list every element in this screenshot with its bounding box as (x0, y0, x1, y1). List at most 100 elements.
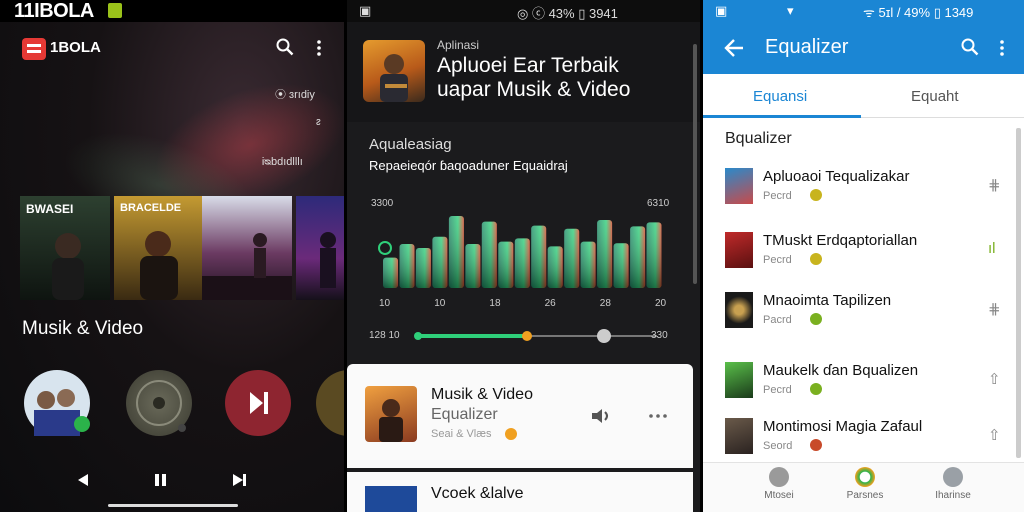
status-bar: ▣ ▾ ᯤ 5ɪl / 49% ▯ 1349 (703, 0, 1024, 22)
equalizer-slider[interactable]: 128 10 330 (369, 326, 679, 346)
thumbnail-4[interactable] (296, 196, 344, 300)
status-badge (108, 3, 122, 18)
list-item[interactable]: TMuskt Erdqaptoriallan Pecrd ıl (703, 228, 1016, 286)
eq-band-shade (630, 226, 646, 288)
track-card[interactable]: Vcoek &lalve (347, 472, 693, 512)
scrollbar[interactable] (1016, 128, 1021, 458)
slider-fill (417, 334, 528, 338)
item-action-icon[interactable]: ⋕ (988, 176, 1001, 194)
play-skip-icon (250, 392, 268, 414)
back-arrow-icon[interactable] (723, 38, 745, 58)
playback-controls (0, 468, 344, 492)
more-vert-icon[interactable] (316, 39, 322, 57)
extra-button[interactable] (316, 370, 344, 436)
badge-dot (505, 428, 517, 440)
item-meta: Pecrd (763, 254, 792, 266)
slider-handle[interactable] (597, 329, 611, 343)
track-card[interactable]: Musik & Video Equalizer Seai & Vlæs (347, 364, 693, 468)
side-label-3: Ꭵᴓbdıdlllı (262, 156, 303, 168)
side-label-1[interactable]: ⦿ ɜrıdiy (275, 86, 315, 102)
nav-label: Parsnes (846, 490, 884, 501)
item-action-icon[interactable]: ıl (988, 240, 996, 257)
tab-equaht[interactable]: Equaht (911, 88, 959, 105)
item-action-icon[interactable]: ⇧ (988, 370, 1001, 388)
item-action-icon[interactable]: ⋕ (988, 300, 1001, 318)
equalizer-icon (855, 467, 875, 487)
item-title: TMuskt Erdqaptoriallan (763, 232, 918, 249)
list-item[interactable]: Mnaoimta Tapilizen Pacrd ⋕ (703, 288, 1016, 346)
artist-avatar[interactable] (24, 370, 90, 436)
item-action-icon[interactable]: ⇧ (988, 426, 1001, 444)
more-horiz-icon[interactable] (649, 414, 667, 418)
eq-band-shade (564, 228, 580, 288)
equalizer-chart: 3300 6310 10 10 18 26 28 20 (347, 190, 700, 330)
avatar-image (34, 389, 90, 436)
tick-label: 10 (379, 298, 391, 309)
list-item[interactable]: Apluoaoi Tequalizakar Pecrd ⋕ (703, 164, 1016, 222)
tab-equansi[interactable]: Equansi (753, 88, 807, 105)
status-indicators: ◎ ⓒ 43% ▯ 3941 (517, 6, 618, 21)
thumbnail-2[interactable]: BRACELDE (114, 196, 204, 300)
app-logo-text: 1BOLA (50, 39, 101, 56)
eq-band-shade (580, 241, 596, 288)
right-panel: ▣ ▾ ᯤ 5ɪl / 49% ▯ 1349 Equalizer Equansi… (703, 0, 1024, 512)
item-meta: Pacrd (763, 314, 792, 326)
nav-label: Iharinse (935, 490, 971, 501)
item-meta: Pecrd (763, 190, 792, 202)
eq-band-shade (432, 236, 448, 288)
eq-band-shade (448, 216, 464, 288)
item-title: Mnaoimta Tapilizen (763, 292, 892, 309)
eq-band-shade (547, 246, 563, 288)
app-bar: 1BOLA (0, 30, 344, 66)
eq-band-shade (646, 222, 662, 288)
list-item[interactable]: Maukelk ɗan Bqualizen Pecrd ⇧ (703, 358, 1016, 416)
item-thumbnail (725, 362, 753, 398)
screenshot-icon: ▣ (715, 3, 728, 18)
item-thumbnail (725, 168, 753, 204)
section-title: Musik & Video (22, 318, 144, 339)
notification-icon: ▾ (787, 3, 794, 18)
track-meta: Seai & Vlæs (431, 428, 492, 440)
more-vert-icon[interactable] (999, 39, 1005, 57)
track-thumbnail (365, 386, 417, 442)
nav-item-equalizer[interactable]: Parsnes (825, 467, 905, 501)
nav-item-people[interactable]: Iharinse (913, 467, 993, 501)
status-bar: ▣ ◎ ⓒ 43% ▯ 3941 (347, 0, 700, 22)
search-icon[interactable] (961, 38, 979, 56)
item-title: Montimosi Magia Zafaul (763, 418, 923, 435)
eq-band-shade (465, 244, 481, 288)
item-title: Maukelk ɗan Bqualizen (763, 362, 919, 379)
volume-icon[interactable] (591, 408, 611, 424)
eq-band-shade (383, 257, 398, 288)
concert-image (202, 233, 292, 300)
eq-band-shade (498, 241, 514, 288)
video-thumbnails: BWASEI BRACELDE (20, 196, 344, 300)
next-icon[interactable] (232, 473, 248, 487)
eq-band-shade (481, 221, 497, 288)
thumbnail-1[interactable]: BWASEI (20, 196, 110, 300)
previous-icon[interactable] (76, 473, 90, 487)
item-title: Apluoaoi Tequalizakar (763, 168, 910, 185)
search-icon[interactable] (276, 38, 294, 56)
nav-item-music[interactable]: Mtosei (739, 467, 819, 501)
item-badge (810, 439, 822, 451)
skip-button[interactable] (225, 370, 291, 436)
app-logo-icon (22, 38, 46, 60)
thumbnail-caption: BWASEI (26, 202, 74, 216)
home-indicator[interactable] (108, 504, 238, 507)
tick-label: 28 (599, 298, 611, 309)
vinyl-button[interactable] (126, 370, 192, 436)
mic-icon (378, 241, 392, 255)
item-thumbnail (725, 418, 753, 454)
app-bar: Equalizer (703, 22, 1024, 74)
concert-image (320, 232, 336, 288)
disc-icon (136, 380, 186, 432)
album-art[interactable] (363, 40, 425, 102)
item-badge (810, 313, 822, 325)
slider-knob[interactable] (522, 331, 533, 341)
tick-label: 10 (434, 298, 446, 309)
slider-left-label: 128 10 (369, 330, 400, 341)
nav-label: Mtosei (764, 490, 794, 501)
thumbnail-3[interactable] (202, 196, 292, 300)
pause-icon[interactable] (154, 473, 168, 487)
